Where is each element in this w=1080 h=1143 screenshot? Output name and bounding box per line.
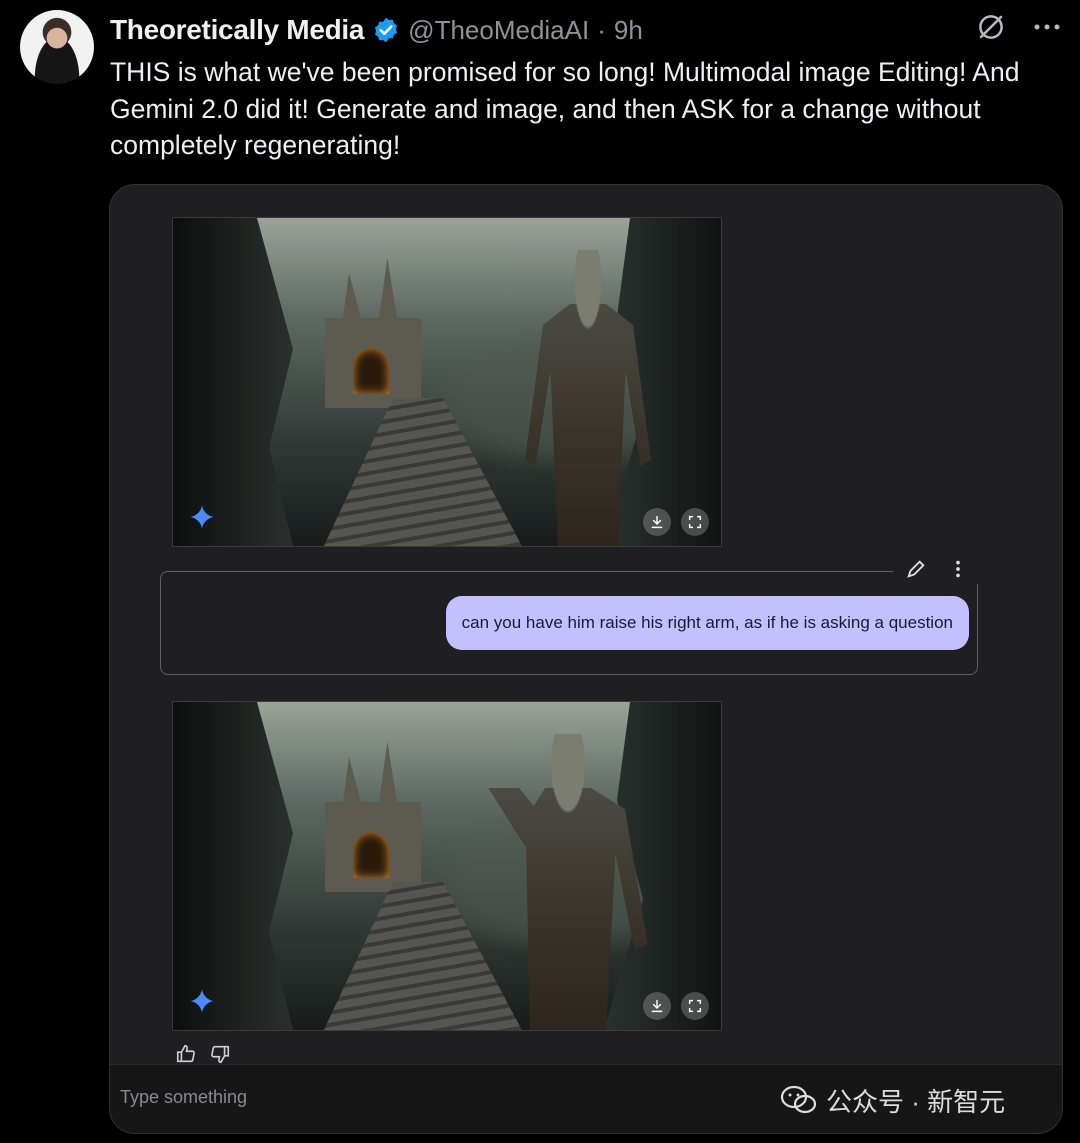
thumbs-down-icon[interactable]	[208, 1043, 232, 1065]
scene-stairs	[323, 882, 523, 1030]
thumbs-up-icon[interactable]	[174, 1043, 198, 1065]
tweet-time[interactable]: 9h	[614, 15, 643, 46]
scene-rock-left	[173, 702, 293, 1030]
download-icon	[651, 515, 663, 529]
input-placeholder: Type something	[120, 1087, 248, 1107]
wechat-icon	[780, 1085, 817, 1114]
more-icon[interactable]	[1032, 12, 1062, 42]
watermark: 公众号 · 新智元	[780, 1082, 1005, 1118]
download-button[interactable]	[643, 508, 671, 536]
scene-rock-left	[173, 218, 293, 546]
fullscreen-icon	[688, 515, 702, 529]
fullscreen-button[interactable]	[681, 508, 709, 536]
watermark-text: 公众号 · 新智元	[826, 1086, 1006, 1117]
kebab-icon[interactable]	[949, 558, 967, 580]
generated-image-edited[interactable]	[172, 701, 722, 1031]
pencil-icon[interactable]	[905, 558, 927, 580]
download-button[interactable]	[643, 992, 671, 1020]
prompt-tools	[893, 554, 979, 584]
scene-door	[353, 348, 389, 394]
grok-icon[interactable]	[976, 12, 1006, 42]
fullscreen-button[interactable]	[681, 992, 709, 1020]
user-prompt-turn: can you have him raise his right arm, as…	[160, 554, 979, 675]
fullscreen-icon	[688, 999, 702, 1013]
tweet-text: THIS is what we've been promised for so …	[110, 57, 1020, 160]
author-avatar[interactable]	[20, 10, 94, 84]
tweet-actions	[976, 12, 1062, 42]
author-handle[interactable]: @TheoMediaAI	[408, 15, 589, 46]
media-card[interactable]: can you have him raise his right arm, as…	[109, 184, 1063, 1134]
gemini-sparkle-icon	[190, 505, 214, 529]
tweet-header: Theoretically Media @TheoMediaAI · 9h	[110, 12, 643, 48]
gemini-sparkle-icon	[190, 989, 214, 1013]
prompt-bubble: can you have him raise his right arm, as…	[445, 596, 969, 650]
verified-badge-icon	[375, 17, 398, 43]
download-icon	[651, 999, 663, 1013]
feedback-buttons	[174, 1043, 232, 1065]
author-name[interactable]: Theoretically Media	[110, 14, 364, 46]
generated-image-original[interactable]	[172, 217, 722, 547]
scene-stairs	[323, 398, 523, 546]
meta-separator: ·	[597, 14, 606, 45]
scene-door	[353, 832, 389, 878]
